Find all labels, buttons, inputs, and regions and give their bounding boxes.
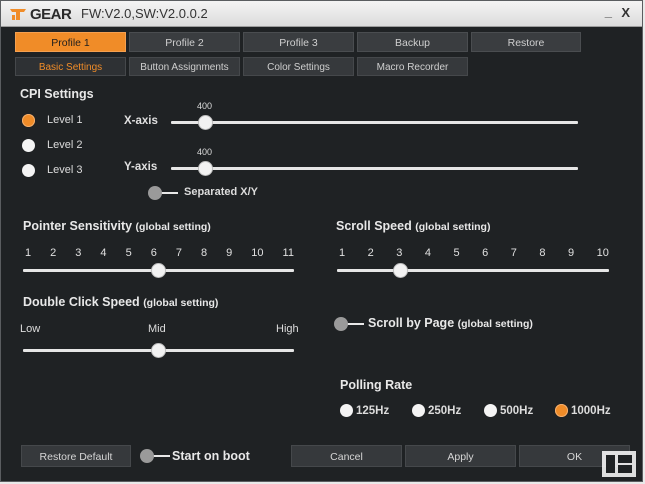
double-click-high-label: High bbox=[276, 323, 299, 335]
apply-button[interactable]: Apply bbox=[405, 445, 516, 467]
start-on-boot-toggle[interactable] bbox=[140, 449, 170, 463]
scroll-tick: 6 bbox=[482, 247, 489, 259]
pointer-tick: 10 bbox=[251, 247, 264, 259]
scroll-by-page-label: Scroll by Page bbox=[368, 316, 455, 330]
polling-250hz-option[interactable]: 250Hz bbox=[412, 404, 461, 417]
scroll-tick: 3 bbox=[396, 247, 403, 259]
pointer-tick: 11 bbox=[282, 247, 294, 259]
pointer-tick: 7 bbox=[175, 247, 182, 259]
double-click-label: Double Click Speed bbox=[23, 295, 140, 309]
polling-125hz-label: 125Hz bbox=[356, 404, 390, 417]
scroll-by-page-title: Scroll by Page (global setting) bbox=[368, 316, 533, 330]
tab-color-settings[interactable]: Color Settings bbox=[243, 57, 354, 76]
polling-500hz-option[interactable]: 500Hz bbox=[484, 404, 533, 417]
tab-button-assignments[interactable]: Button Assignments bbox=[129, 57, 240, 76]
tab-profile-1[interactable]: Profile 1 bbox=[15, 32, 126, 52]
pointer-tick: 3 bbox=[75, 247, 82, 259]
firmware-version: FW:V2.0,SW:V2.0.0.2 bbox=[81, 6, 208, 21]
cpi-level-1-radio[interactable] bbox=[22, 114, 35, 127]
x-axis-value: 400 bbox=[197, 101, 213, 111]
watermark-logo-icon bbox=[602, 451, 636, 477]
pointer-global-note: (global setting) bbox=[135, 221, 211, 233]
pointer-sensitivity-title: Pointer Sensitivity (global setting) bbox=[23, 219, 211, 233]
polling-125hz-radio[interactable] bbox=[340, 404, 353, 417]
pointer-sensitivity-knob[interactable] bbox=[151, 262, 166, 278]
scroll-tick: 9 bbox=[568, 247, 575, 259]
scroll-tick: 10 bbox=[596, 247, 609, 259]
pointer-tick: 1 bbox=[25, 247, 32, 259]
pointer-tick: 4 bbox=[100, 247, 107, 259]
polling-1000hz-radio[interactable] bbox=[555, 404, 568, 417]
x-axis-label: X-axis bbox=[124, 115, 158, 127]
cpi-level-3-label: Level 3 bbox=[47, 164, 83, 176]
polling-250hz-radio[interactable] bbox=[412, 404, 425, 417]
polling-250hz-label: 250Hz bbox=[428, 404, 462, 417]
scroll-tick: 2 bbox=[367, 247, 374, 259]
double-click-low-label: Low bbox=[20, 323, 41, 335]
scroll-ticks: 1 2 3 4 5 6 7 8 9 10 bbox=[339, 247, 609, 259]
scroll-global-note: (global setting) bbox=[415, 221, 491, 233]
polling-1000hz-label: 1000Hz bbox=[571, 404, 611, 417]
scroll-tick: 7 bbox=[510, 247, 517, 259]
toggle-knob bbox=[334, 317, 348, 331]
scroll-tick: 1 bbox=[339, 247, 346, 259]
minimize-button[interactable]: _ bbox=[605, 4, 612, 19]
cpi-level-2-label: Level 2 bbox=[47, 139, 83, 151]
restore-default-button[interactable]: Restore Default bbox=[21, 445, 131, 467]
y-axis-label: Y-axis bbox=[124, 161, 158, 173]
scroll-tick: 8 bbox=[539, 247, 546, 259]
scroll-speed-label: Scroll Speed bbox=[336, 219, 412, 233]
cpi-level-3-radio[interactable] bbox=[22, 164, 35, 177]
fnatic-gear-logo: GEAR bbox=[9, 5, 72, 23]
scroll-by-page-toggle[interactable] bbox=[334, 317, 364, 331]
cpi-level-2-radio[interactable] bbox=[22, 139, 35, 152]
toggle-knob bbox=[148, 186, 162, 200]
polling-rate-title: Polling Rate bbox=[340, 378, 413, 392]
tab-profile-2[interactable]: Profile 2 bbox=[129, 32, 240, 52]
double-click-mid-label: Mid bbox=[148, 323, 166, 335]
cpi-level-1-label: Level 1 bbox=[47, 114, 83, 126]
toggle-knob bbox=[140, 449, 154, 463]
app-window: GEAR FW:V2.0,SW:V2.0.0.2 _ X Profile 1 P… bbox=[0, 0, 643, 482]
scroll-speed-title: Scroll Speed (global setting) bbox=[336, 219, 490, 233]
pointer-tick: 9 bbox=[226, 247, 233, 259]
pointer-tick: 2 bbox=[50, 247, 57, 259]
fnatic-icon bbox=[10, 9, 26, 20]
scroll-by-page-note: (global setting) bbox=[457, 318, 533, 330]
scroll-tick: 4 bbox=[424, 247, 431, 259]
polling-125hz-option[interactable]: 125Hz bbox=[340, 404, 389, 417]
scroll-speed-track[interactable] bbox=[337, 269, 609, 272]
separated-xy-toggle[interactable] bbox=[148, 186, 178, 200]
tab-restore[interactable]: Restore bbox=[471, 32, 581, 52]
double-click-knob[interactable] bbox=[151, 342, 166, 358]
polling-500hz-radio[interactable] bbox=[484, 404, 497, 417]
tab-backup[interactable]: Backup bbox=[357, 32, 468, 52]
tab-macro-recorder[interactable]: Macro Recorder bbox=[357, 57, 468, 76]
double-click-title: Double Click Speed (global setting) bbox=[23, 295, 218, 309]
pointer-tick: 6 bbox=[150, 247, 157, 259]
scroll-tick: 5 bbox=[453, 247, 460, 259]
x-axis-slider-knob[interactable] bbox=[198, 114, 214, 130]
x-axis-slider-track[interactable] bbox=[171, 121, 578, 124]
y-axis-value: 400 bbox=[197, 147, 213, 157]
pointer-tick: 5 bbox=[125, 247, 132, 259]
y-axis-slider-knob[interactable] bbox=[198, 160, 214, 176]
tab-profile-3[interactable]: Profile 3 bbox=[243, 32, 354, 52]
polling-500hz-label: 500Hz bbox=[500, 404, 534, 417]
title-bar: GEAR FW:V2.0,SW:V2.0.0.2 _ X bbox=[1, 1, 642, 27]
scroll-speed-knob[interactable] bbox=[393, 262, 409, 278]
tab-basic-settings[interactable]: Basic Settings bbox=[15, 57, 126, 76]
cpi-settings-title: CPI Settings bbox=[20, 87, 94, 101]
close-button[interactable]: X bbox=[621, 5, 630, 20]
y-axis-slider-track[interactable] bbox=[171, 167, 578, 170]
pointer-sensitivity-label: Pointer Sensitivity bbox=[23, 219, 133, 233]
separated-xy-label: Separated X/Y bbox=[184, 186, 258, 198]
pointer-tick: 8 bbox=[200, 247, 208, 259]
logo-text: GEAR bbox=[30, 5, 72, 23]
start-on-boot-label: Start on boot bbox=[172, 449, 250, 463]
pointer-ticks: 1 2 3 4 5 6 7 8 9 10 11 bbox=[25, 247, 294, 259]
polling-1000hz-option[interactable]: 1000Hz bbox=[555, 404, 611, 417]
cancel-button[interactable]: Cancel bbox=[291, 445, 402, 467]
double-click-global-note: (global setting) bbox=[143, 297, 219, 309]
